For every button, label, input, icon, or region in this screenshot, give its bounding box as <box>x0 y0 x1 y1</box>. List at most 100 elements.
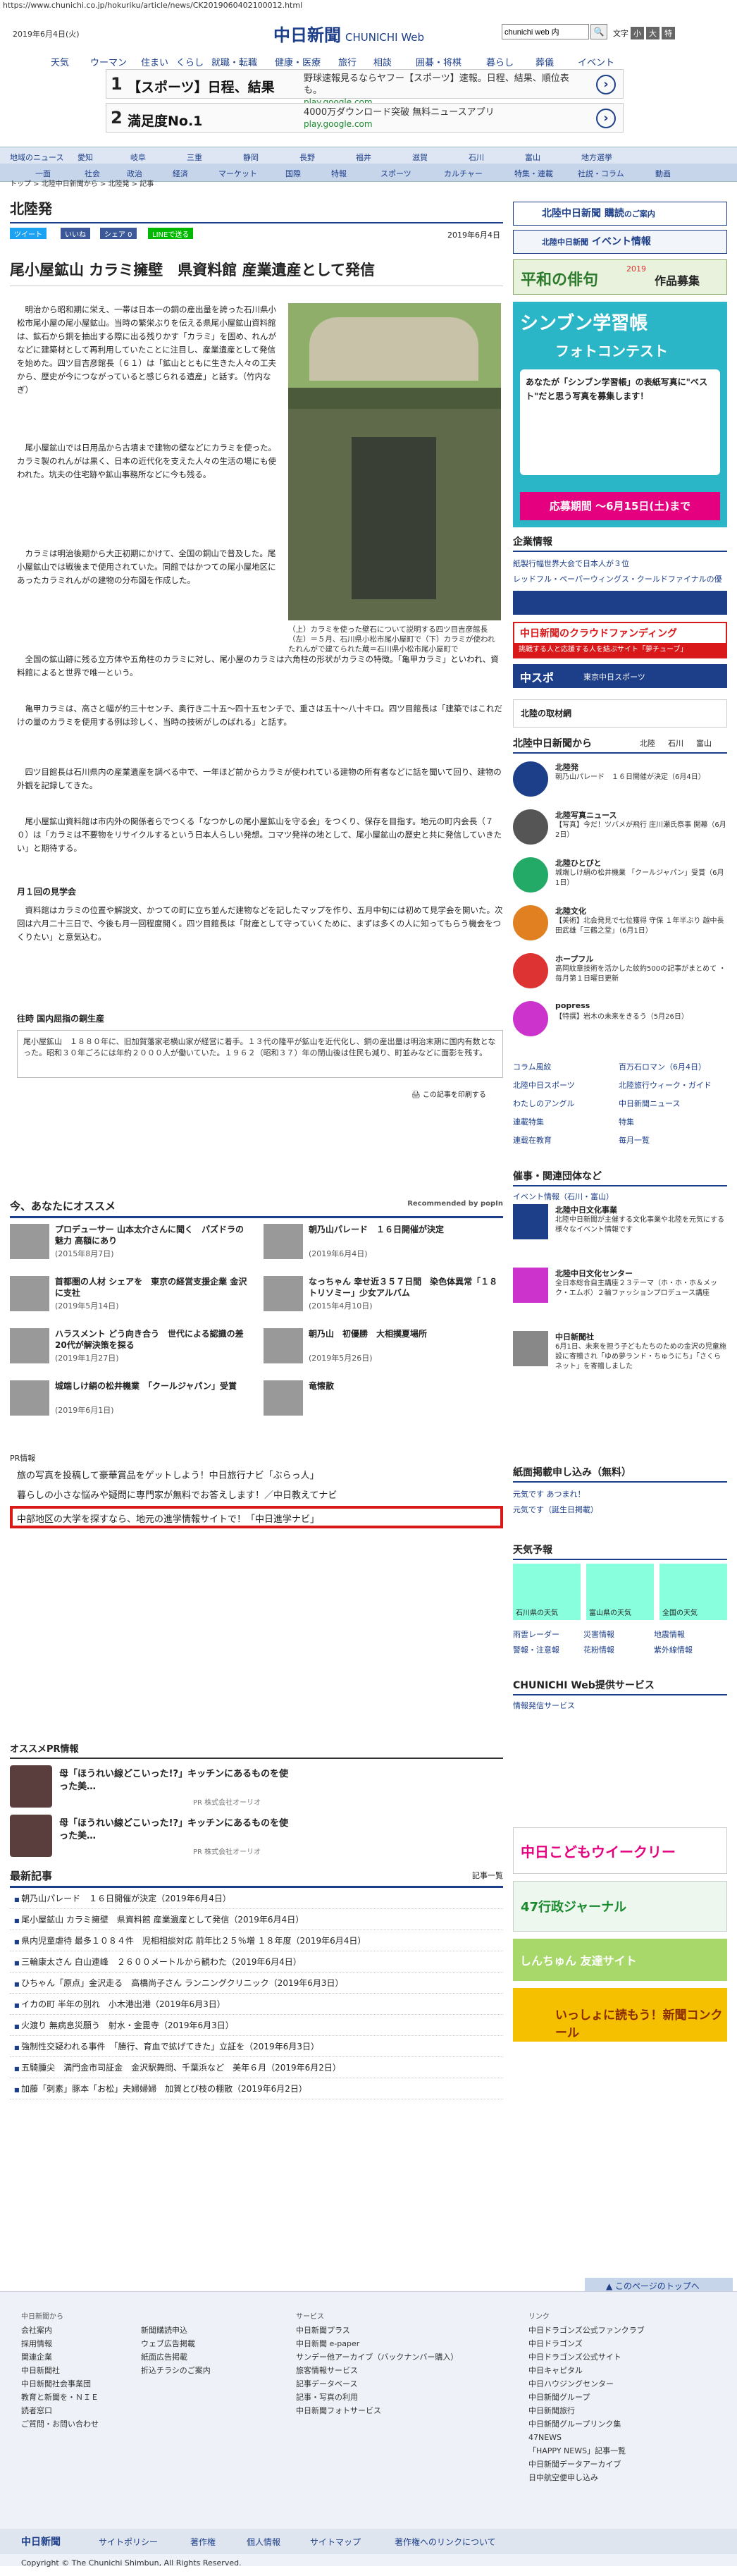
weather-link[interactable]: 雨雲レーダー <box>513 1627 559 1643</box>
region-item[interactable]: 愛知 <box>78 152 93 163</box>
footer-nav-link[interactable]: 個人情報 <box>247 2536 280 2548</box>
latest-item[interactable]: イカの町 半年の別れ 小木港出港（2019年6月3日） <box>10 1994 503 2015</box>
sidebar-link[interactable]: 毎月一覧 <box>619 1132 650 1149</box>
bureau-entry[interactable]: 北陸ひとびと 城端しけ絹の松井機業 「クールジャパン」受賞（6月1日） <box>513 857 727 901</box>
tab-toyama[interactable]: 富山 <box>696 737 712 749</box>
footer-link[interactable]: 日中航空便申し込み <box>528 2471 645 2484</box>
gnav-item[interactable]: 健康・医療 <box>275 55 321 68</box>
section-item[interactable]: 特集・連載 <box>514 168 553 179</box>
breadcrumb[interactable]: トップ > 北陸中日新聞から > 北陸発 > 記事 <box>10 178 154 188</box>
tweet-button[interactable]: ツイート <box>10 228 47 239</box>
gnav-item[interactable]: 囲碁・将棋 <box>416 55 462 68</box>
footer-link[interactable]: 紙面広告掲載 <box>141 2350 211 2364</box>
region-item[interactable]: 富山 <box>525 152 540 163</box>
latest-item[interactable]: ひちゃん「原点」金沢走る 高橋尚子さん ランニングクリニック（2019年6月3日… <box>10 1973 503 1994</box>
fb-like-button[interactable]: いいね <box>61 228 90 239</box>
footer-link[interactable]: 関連企業 <box>21 2350 99 2364</box>
footer-nav-link[interactable]: 著作権へのリンクについて <box>395 2536 496 2548</box>
ad-item[interactable]: 2 満足度No.1 4000万ダウンロード突破 無料ニュースアプリ play.goog… <box>106 103 624 133</box>
bureau-entry[interactable]: popress 【特撰】岩木の未来をきるう（5月26日） <box>513 1001 727 1045</box>
footer-link[interactable]: 中日ハウジングセンター <box>528 2377 645 2391</box>
event-banner[interactable]: 北陸中日新聞 イベント情報 <box>513 230 727 254</box>
font-large-button[interactable]: 大 <box>646 27 659 39</box>
chuspo-banner[interactable]: 中スポ 東京中日スポーツ <box>513 664 727 688</box>
line-button[interactable]: LINEで送る <box>148 228 194 239</box>
weather-toyama[interactable]: 富山県の天気 <box>586 1564 654 1620</box>
region-item[interactable]: 地域のニュース <box>10 152 63 163</box>
weather-ishikawa[interactable]: 石川県の天気 <box>513 1564 581 1620</box>
web-service-link[interactable]: 情報発信サービス <box>513 1698 727 1714</box>
org-entry[interactable]: 中日新聞社 6月1日、未来を担う子どもたちのための金沢の児童施設に寄贈され「ゆめ夢… <box>513 1331 727 1402</box>
section-item[interactable]: 社説・コラム <box>578 168 624 179</box>
footer-link[interactable]: 中日新聞プラス <box>296 2324 458 2337</box>
latest-item[interactable]: 三輪康太さん 白山連峰 ２６００メートルから観わた（2019年6月4日） <box>10 1951 503 1973</box>
sidebar-link[interactable]: 連载在教育 <box>513 1132 552 1149</box>
gnav-item[interactable]: イベント <box>578 55 614 68</box>
footer-nav-link[interactable]: サイトポリシー <box>99 2536 158 2548</box>
region-item[interactable]: 石川 <box>469 152 484 163</box>
weather-link[interactable]: 花粉情報 <box>583 1643 614 1658</box>
bureau-entry[interactable]: 北陸文化 【美術】北会発見で七位獲得 守保 １年半ぶり 越中長田武雄「三鶴之堂」（… <box>513 905 727 949</box>
sidebar-link[interactable]: 特集 <box>619 1114 634 1131</box>
pr-link-highlighted[interactable]: 中部地区の大学を探すなら、地元の進学情報サイトで！「中日進学ナビ」 <box>10 1506 503 1528</box>
recommend-item[interactable]: なっちゃん 幸せ近３５７日間 染色体異常「１８トリソミー」少女アルバム (2015… <box>264 1276 503 1318</box>
article-list-link[interactable]: 記事一覧 <box>472 1870 503 1881</box>
region-item[interactable]: 岐阜 <box>130 152 146 163</box>
latest-item[interactable]: 加藤「刺素」豚本「お松」夫婦婦婦 加賀とび枝の棚散（2019年6月2日） <box>10 2078 503 2099</box>
footer-link[interactable]: 記事・写真の利用 <box>296 2391 458 2404</box>
footer-link[interactable]: 記事データベース <box>296 2377 458 2391</box>
footer-link[interactable]: 47NEWS <box>528 2431 645 2444</box>
subscribe-banner[interactable]: 北陸中日新聞 購読のご案内 <box>513 202 727 226</box>
weather-national[interactable]: 全国の天気 <box>659 1564 727 1620</box>
font-xlarge-button[interactable]: 特 <box>662 27 675 39</box>
newspaper-contest-banner[interactable]: いっしょに読もう！新聞コンクール <box>513 1988 727 2042</box>
weather-link[interactable]: 災害情報 <box>583 1627 614 1643</box>
region-item[interactable]: 長野 <box>299 152 315 163</box>
footer-logo[interactable]: 中日新聞 <box>21 2534 61 2549</box>
footer-link[interactable]: サンデー他アーカイブ（バックナンバー購入） <box>296 2350 458 2364</box>
footer-link[interactable]: 中日ドラゴンズ公式ファンクラブ <box>528 2324 645 2337</box>
sidebar-link[interactable]: わたしのアングル <box>513 1096 575 1112</box>
footer-link[interactable]: 読者窓口 <box>21 2404 99 2417</box>
submission-link[interactable]: 元気です（誕生日掲載） <box>513 1502 727 1518</box>
footer-link[interactable]: 中日新聞社 <box>21 2364 99 2377</box>
latest-item[interactable]: 朝乃山パレード １６日開催が決定（2019年6月4日） <box>10 1888 503 1909</box>
gnav-item[interactable]: 住まい <box>141 55 168 68</box>
section-item[interactable]: 動画 <box>655 168 671 179</box>
sidebar-link[interactable]: 中日新聞ニュース <box>619 1096 680 1112</box>
sidebar-link[interactable]: コラム風紋 <box>513 1059 552 1076</box>
gyosei-journal-banner[interactable]: 47行政ジャーナル <box>513 1881 727 1932</box>
org-entry[interactable]: 北陸中日文化センター 全日本総合自主講座２３テーマ（ホ・ホ・ホ＆メック・エムボ）２… <box>513 1268 727 1331</box>
gnav-item[interactable]: 就職・転職 <box>211 55 257 68</box>
print-link[interactable]: 🖨 この記事を印刷する <box>411 1088 486 1099</box>
gnav-item[interactable]: 旅行 <box>338 55 357 68</box>
footer-link[interactable]: 「HAPPY NEWS」記事一覧 <box>528 2444 645 2458</box>
bureau-entry[interactable]: ホープフル 高岡紋章技術を活かした紋約500の記事がまとめて ・ 毎月第１日曜日更… <box>513 953 727 997</box>
latest-item[interactable]: 強制性交疑われる事件 「勝行、育血で拡げてきた」立証を（2019年6月3日） <box>10 2036 503 2057</box>
tab-ishikawa[interactable]: 石川 <box>668 737 683 749</box>
bureau-entry[interactable]: 北陸発 朝乃山パレード １６日開催が決定（6月4日） <box>513 761 727 805</box>
chunichi-plus-banner[interactable] <box>513 591 727 615</box>
haiku-banner[interactable]: 平和の俳句 2019 作品募集 <box>513 259 727 295</box>
recommend-item[interactable]: 朝乃山 初優勝 大相撲夏場所 (2019年5月26日) <box>264 1328 503 1370</box>
pr-link[interactable]: 旅の写真を投稿して豪華賞品をゲットしよう！中日旅行ナビ「ぶらっ人」 <box>17 1468 319 1481</box>
footer-link[interactable]: 旅客情報サービス <box>296 2364 458 2377</box>
footer-nav-link[interactable]: サイトマップ <box>310 2536 361 2548</box>
chevron-right-icon[interactable]: › <box>596 75 616 94</box>
footer-link[interactable]: ご質問・お問い合わせ <box>21 2417 99 2431</box>
footer-link[interactable]: 中日新聞グループリンク集 <box>528 2417 645 2431</box>
footer-link[interactable]: 中日新聞フォトサービス <box>296 2404 458 2417</box>
latest-item[interactable]: 県内児童虐待 最多１０８４件 児相相談対応 前年比２５％増 １８年度（2019年… <box>10 1930 503 1951</box>
gnav-item[interactable]: 天気 <box>51 55 69 68</box>
pr-link[interactable]: 暮らしの小さな悩みや疑問に専門家が無料でお答えします！／中日教えてナビ <box>17 1488 337 1501</box>
footer-link[interactable]: 会社案内 <box>21 2324 99 2337</box>
region-item[interactable]: 福井 <box>356 152 371 163</box>
footer-link[interactable]: 折込チラシのご案内 <box>141 2364 211 2377</box>
footer-link[interactable]: 中日ドラゴンズ公式サイト <box>528 2350 645 2364</box>
weather-link[interactable]: 地震情報 <box>654 1627 685 1643</box>
footer-link[interactable]: 中日新聞旅行 <box>528 2404 645 2417</box>
recommend-item[interactable]: 城端しけ絹の松井機業 「クールジャパン」受賞 (2019年6月1日) <box>10 1380 249 1423</box>
event-info-link[interactable]: イベント情報（石川・富山） <box>513 1189 727 1205</box>
crowdfunding-banner[interactable]: 中日新聞のクラウドファンディング 挑戦する人と応援する人を結ぶサイト「夢チューブ」 <box>513 622 727 658</box>
article-photo[interactable] <box>288 303 501 620</box>
